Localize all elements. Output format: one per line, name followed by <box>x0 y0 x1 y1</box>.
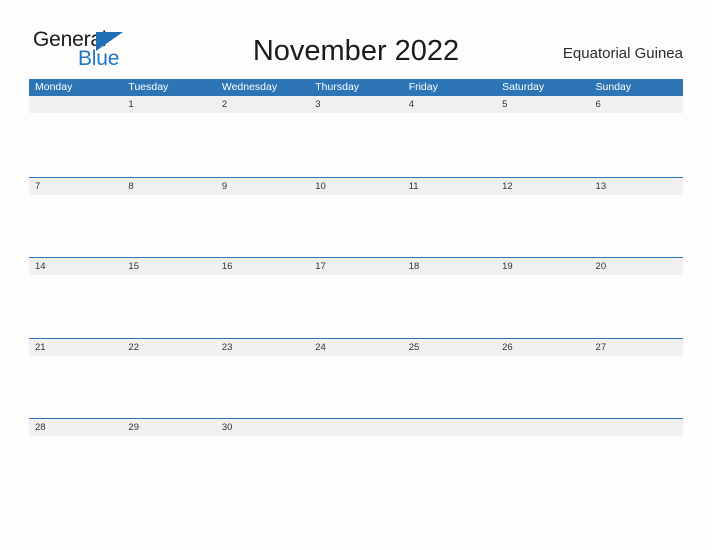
day-cell[interactable]: 12 <box>496 178 589 195</box>
day-cell[interactable]: 22 <box>122 339 215 356</box>
day-cell[interactable]: 10 <box>309 178 402 195</box>
calendar-page: General Blue November 2022 Equatorial Gu… <box>0 0 712 550</box>
date-number-band: 21 22 23 24 25 26 27 <box>29 338 683 356</box>
day-cell[interactable]: 26 <box>496 339 589 356</box>
day-cell[interactable]: 1 <box>122 96 215 113</box>
day-cell[interactable]: 20 <box>590 258 683 275</box>
day-cell[interactable]: 21 <box>29 339 122 356</box>
day-cell[interactable]: 25 <box>403 339 496 356</box>
calendar-grid: Monday Tuesday Wednesday Thursday Friday… <box>29 79 683 499</box>
day-cell[interactable] <box>29 96 122 113</box>
date-number-band: 1 2 3 4 5 6 <box>29 96 683 113</box>
day-cell-empty <box>496 419 589 436</box>
day-of-week-header-row: Monday Tuesday Wednesday Thursday Friday… <box>29 79 683 96</box>
day-cell[interactable]: 3 <box>309 96 402 113</box>
date-number-band: 14 15 16 17 18 19 20 <box>29 258 683 275</box>
day-cell[interactable]: 19 <box>496 258 589 275</box>
date-number-band: 7 8 9 10 11 12 13 <box>29 177 683 195</box>
day-cell[interactable]: 2 <box>216 96 309 113</box>
week-row: 14 15 16 17 18 19 20 <box>29 257 683 338</box>
day-cell[interactable]: 9 <box>216 178 309 195</box>
day-cell[interactable]: 30 <box>216 419 309 436</box>
week-row: 7 8 9 10 11 12 13 <box>29 176 683 258</box>
week-event-area[interactable] <box>29 195 683 258</box>
day-cell[interactable]: 23 <box>216 339 309 356</box>
day-cell[interactable]: 5 <box>496 96 589 113</box>
day-cell[interactable]: 27 <box>590 339 683 356</box>
day-cell[interactable]: 29 <box>122 419 215 436</box>
day-header-wednesday: Wednesday <box>221 81 278 93</box>
week-row: 28 29 30 <box>29 418 683 499</box>
day-header-thursday: Thursday <box>315 81 360 93</box>
day-cell[interactable]: 18 <box>403 258 496 275</box>
week-row: 1 2 3 4 5 6 <box>29 96 683 177</box>
day-cell[interactable]: 13 <box>590 178 683 195</box>
day-header-saturday: Saturday <box>502 81 545 93</box>
week-event-area[interactable] <box>29 275 683 338</box>
week-event-area[interactable] <box>29 436 683 499</box>
day-cell[interactable]: 7 <box>29 178 122 195</box>
day-cell[interactable]: 6 <box>590 96 683 113</box>
day-cell[interactable]: 11 <box>403 178 496 195</box>
day-cell[interactable]: 8 <box>122 178 215 195</box>
day-cell-empty <box>309 419 402 436</box>
week-row: 21 22 23 24 25 26 27 <box>29 337 683 419</box>
day-cell[interactable]: 15 <box>122 258 215 275</box>
week-event-area[interactable] <box>29 356 683 419</box>
day-header-sunday: Sunday <box>595 81 632 93</box>
day-cell[interactable]: 28 <box>29 419 122 436</box>
date-number-band: 28 29 30 <box>29 419 683 436</box>
day-cell-empty <box>403 419 496 436</box>
day-cell[interactable]: 14 <box>29 258 122 275</box>
day-header-friday: Friday <box>408 81 438 93</box>
day-cell-empty <box>590 419 683 436</box>
day-header-monday: Monday <box>35 81 73 93</box>
country-label: Equatorial Guinea <box>562 45 683 62</box>
day-header-tuesday: Tuesday <box>128 81 169 93</box>
day-cell[interactable]: 24 <box>309 339 402 356</box>
day-cell[interactable]: 16 <box>216 258 309 275</box>
day-cell[interactable]: 4 <box>403 96 496 113</box>
week-event-area[interactable] <box>29 113 683 176</box>
day-cell[interactable]: 17 <box>309 258 402 275</box>
page-header: General Blue November 2022 Equatorial Gu… <box>0 0 712 79</box>
